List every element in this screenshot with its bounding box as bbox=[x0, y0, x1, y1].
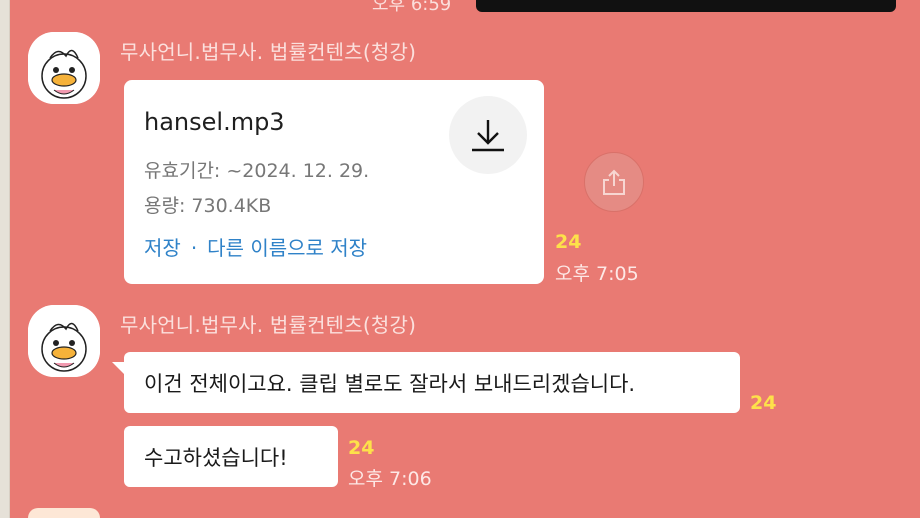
save-as-link[interactable]: 다른 이름으로 저장 bbox=[207, 232, 367, 261]
share-button[interactable] bbox=[584, 152, 644, 212]
file-attachment-card[interactable]: hansel.mp3 유효기간: ~2024. 12. 29. 용량: 730.… bbox=[124, 80, 544, 284]
window-edge bbox=[0, 0, 10, 518]
action-separator: · bbox=[190, 236, 198, 260]
file-actions: 저장 · 다른 이름으로 저장 bbox=[144, 232, 367, 261]
download-icon bbox=[472, 120, 504, 152]
sender-name: 무사언니.법무사. 법률컨텐츠(청강) bbox=[120, 313, 417, 337]
message-bubble[interactable]: 이건 전체이고요. 클립 별로도 잘라서 보내드리겠습니다. bbox=[124, 352, 740, 413]
previous-message-time: 오후 6:59 bbox=[372, 0, 452, 15]
unread-count: 24 bbox=[750, 392, 777, 414]
duck-avatar-icon bbox=[28, 32, 100, 104]
avatar[interactable] bbox=[28, 32, 100, 104]
avatar[interactable] bbox=[28, 508, 100, 518]
save-link[interactable]: 저장 bbox=[144, 232, 181, 261]
file-size: 용량: 730.4KB bbox=[144, 195, 272, 217]
file-expiry: 유효기간: ~2024. 12. 29. bbox=[144, 160, 370, 182]
download-button[interactable] bbox=[449, 96, 527, 174]
share-icon bbox=[603, 169, 625, 195]
duck-avatar-icon bbox=[28, 305, 100, 377]
unread-count: 24 bbox=[348, 437, 375, 459]
avatar[interactable] bbox=[28, 305, 100, 377]
file-name: hansel.mp3 bbox=[144, 108, 285, 136]
unread-count: 24 bbox=[555, 231, 582, 253]
message-bubble[interactable]: 수고하셨습니다! bbox=[124, 426, 338, 487]
message-time: 오후 7:05 bbox=[555, 263, 639, 285]
message-time: 오후 7:06 bbox=[348, 468, 432, 490]
previous-image-message[interactable] bbox=[476, 0, 896, 12]
sender-name: 무사언니.법무사. 법률컨텐츠(청강) bbox=[120, 40, 417, 64]
